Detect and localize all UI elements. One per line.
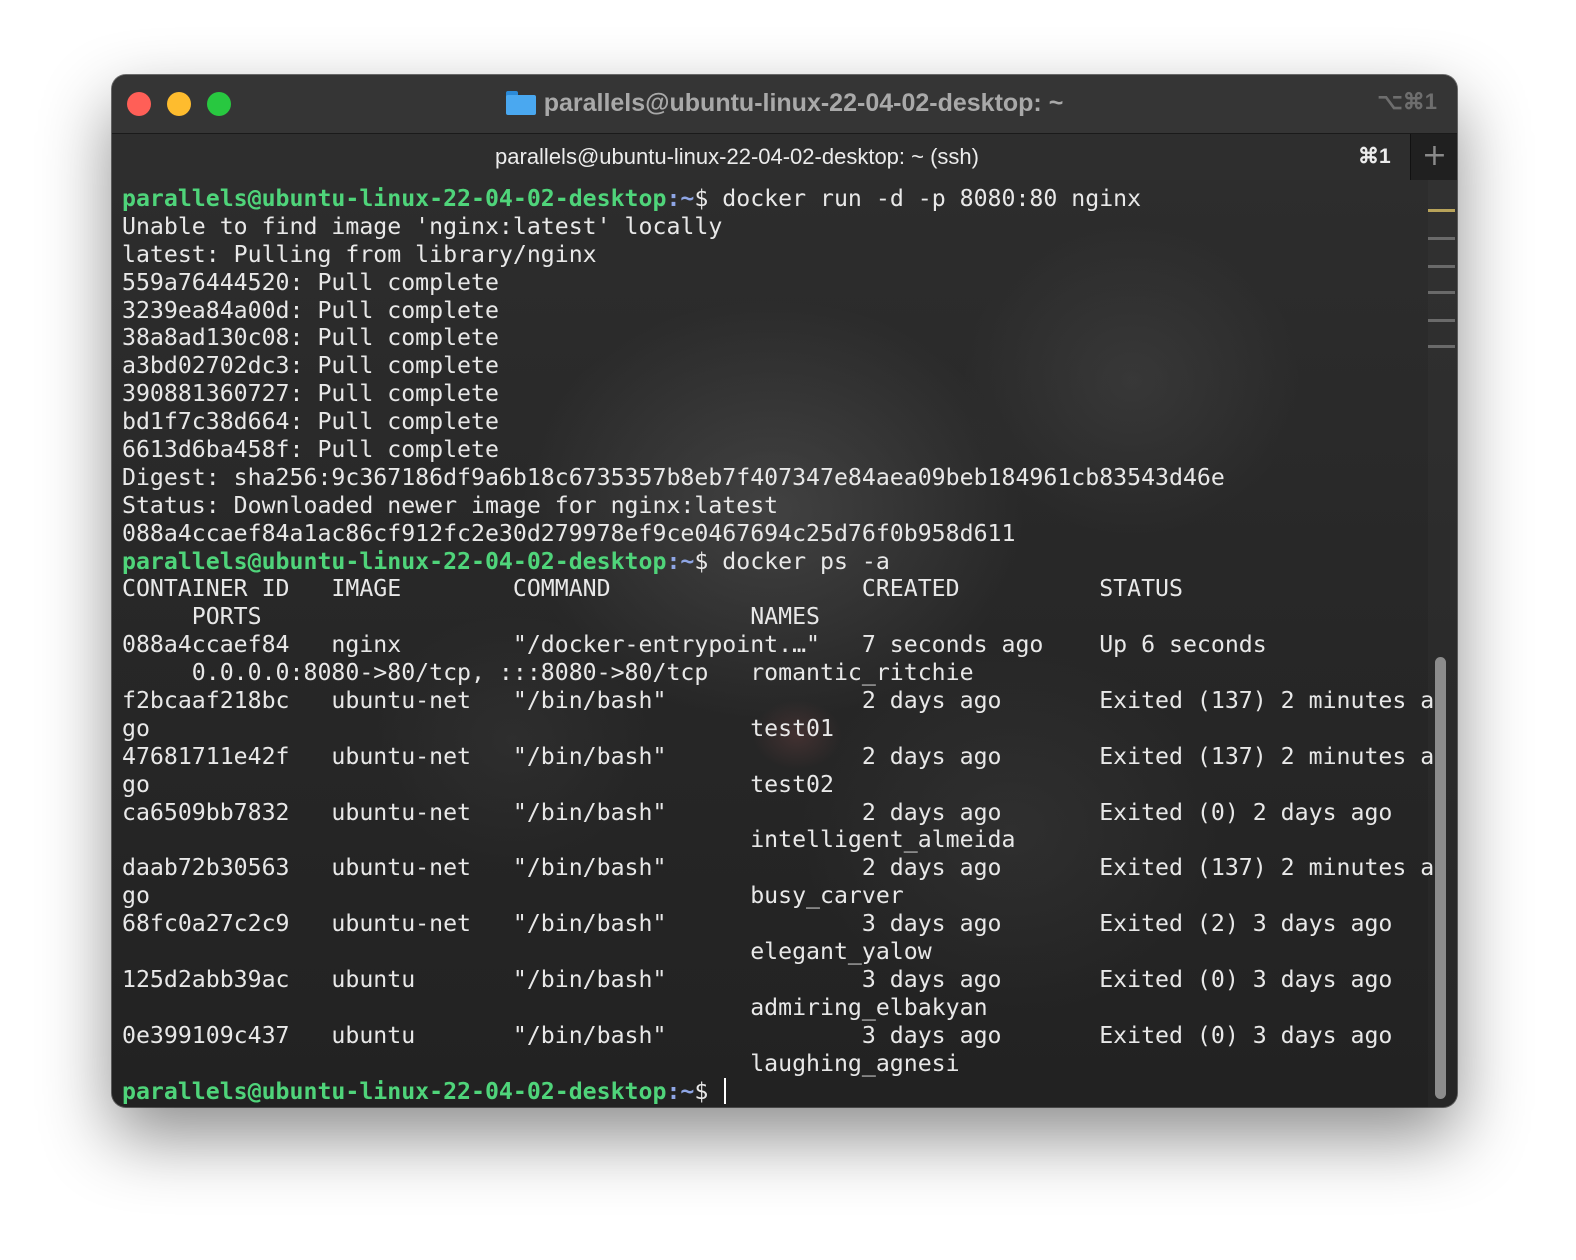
- prompt-user: parallels@ubuntu-linux-22-04-02-desktop: [122, 185, 667, 212]
- scroll-mark: [1428, 319, 1455, 322]
- scrollbar-thumb[interactable]: [1435, 657, 1446, 1099]
- window-shortcut: ⌥⌘1: [1377, 89, 1437, 114]
- scroll-mark: [1428, 265, 1455, 268]
- output-line: bd1f7c38d664: Pull complete: [122, 408, 499, 436]
- output-line: 088a4ccaef84 nginx "/docker-entrypoint.……: [122, 631, 1267, 659]
- output-line: 0.0.0.0:8080->80/tcp, :::8080->80/tcp ro…: [122, 659, 974, 687]
- output-line: 088a4ccaef84a1ac86cf912fc2e30d279978ef9c…: [122, 519, 1016, 547]
- output-line: PORTS NAMES: [122, 603, 821, 631]
- tab-ssh[interactable]: parallels@ubuntu-linux-22-04-02-desktop:…: [112, 134, 1410, 180]
- output-line: 390881360727: Pull complete: [122, 380, 499, 408]
- prompt-path: :~: [666, 185, 695, 212]
- output-line: 47681711e42f ubuntu-net "/bin/bash" 2 da…: [122, 742, 1435, 770]
- scroll-mark: [1428, 237, 1455, 240]
- output-line: go busy_carver: [122, 882, 904, 910]
- prompt-line: parallels@ubuntu-linux-22-04-02-desktop:…: [122, 1077, 1434, 1106]
- output-line: go test01: [122, 714, 834, 742]
- output-line: Digest: sha256:9c367186df9a6b18c6735357b…: [122, 463, 1225, 491]
- prompt-symbol: $: [694, 547, 723, 575]
- output-line: go test02: [122, 770, 834, 798]
- window-title-text: parallels@ubuntu-linux-22-04-02-desktop:…: [543, 89, 1064, 117]
- tab-bar: parallels@ubuntu-linux-22-04-02-desktop:…: [112, 133, 1457, 181]
- command-text: docker run -d -p 8080:80 nginx: [722, 185, 1142, 212]
- output-line: Status: Downloaded newer image for nginx…: [122, 491, 779, 519]
- output-line: admiring_elbakyan: [122, 993, 988, 1021]
- output-line: laughing_agnesi: [122, 1049, 960, 1077]
- scroll-mark: [1428, 345, 1455, 348]
- output-line: 559a76444520: Pull complete: [122, 268, 499, 296]
- output-line: 0e399109c437 ubuntu "/bin/bash" 3 days a…: [122, 1021, 1393, 1049]
- output-line: a3bd02702dc3: Pull complete: [122, 352, 499, 380]
- title-bar: parallels@ubuntu-linux-22-04-02-desktop:…: [112, 75, 1457, 133]
- plus-icon: +: [1421, 138, 1448, 173]
- prompt-line: parallels@ubuntu-linux-22-04-02-desktop:…: [122, 548, 1434, 576]
- terminal-content[interactable]: parallels@ubuntu-linux-22-04-02-desktop:…: [112, 180, 1457, 1107]
- window-title: parallels@ubuntu-linux-22-04-02-desktop:…: [112, 87, 1457, 119]
- output-line: f2bcaaf218bc ubuntu-net "/bin/bash" 2 da…: [122, 687, 1435, 715]
- scroll-mark: [1428, 291, 1455, 294]
- output-line: CONTAINER ID IMAGE COMMAND CREATED STATU…: [122, 575, 1183, 603]
- output-line: elegant_yalow: [122, 938, 932, 966]
- prompt-path: :~: [666, 547, 695, 575]
- output-line: latest: Pulling from library/nginx: [122, 240, 597, 268]
- text-cursor: [724, 1077, 727, 1104]
- scroll-mark: [1428, 209, 1455, 212]
- prompt-line: parallels@ubuntu-linux-22-04-02-desktop:…: [122, 185, 1434, 213]
- terminal-window: parallels@ubuntu-linux-22-04-02-desktop:…: [112, 75, 1457, 1107]
- output-line: 125d2abb39ac ubuntu "/bin/bash" 3 days a…: [122, 965, 1393, 993]
- prompt-symbol: $: [694, 185, 723, 212]
- folder-icon: [505, 91, 536, 115]
- terminal-output: parallels@ubuntu-linux-22-04-02-desktop:…: [122, 185, 1434, 1105]
- tab-label: parallels@ubuntu-linux-22-04-02-desktop:…: [495, 144, 979, 169]
- prompt-path: :~: [666, 1077, 695, 1105]
- output-line: daab72b30563 ubuntu-net "/bin/bash" 2 da…: [122, 854, 1435, 882]
- command-text: docker ps -a: [722, 547, 890, 575]
- prompt-symbol: $: [694, 1077, 723, 1105]
- new-tab-button[interactable]: +: [1410, 134, 1457, 180]
- output-line: 68fc0a27c2c9 ubuntu-net "/bin/bash" 3 da…: [122, 910, 1393, 938]
- output-line: 38a8ad130c08: Pull complete: [122, 324, 499, 352]
- tab-shortcut: ⌘1: [1358, 145, 1391, 168]
- output-line: 6613d6ba458f: Pull complete: [122, 436, 499, 464]
- prompt-user: parallels@ubuntu-linux-22-04-02-desktop: [122, 1077, 667, 1105]
- output-line: Unable to find image 'nginx:latest' loca…: [122, 212, 723, 240]
- output-line: intelligent_almeida: [122, 826, 1016, 854]
- output-line: 3239ea84a00d: Pull complete: [122, 296, 499, 324]
- output-line: ca6509bb7832 ubuntu-net "/bin/bash" 2 da…: [122, 798, 1393, 826]
- prompt-user: parallels@ubuntu-linux-22-04-02-desktop: [122, 547, 667, 575]
